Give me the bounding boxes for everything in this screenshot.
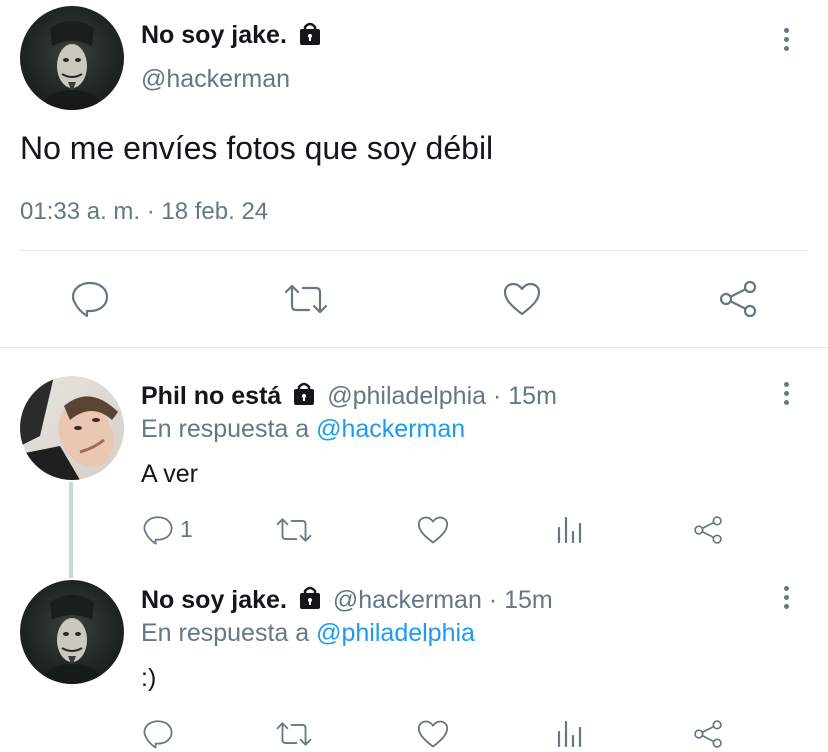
reply-author-name[interactable]: Phil no está bbox=[141, 382, 281, 410]
reply-to-link[interactable]: @philadelphia bbox=[316, 619, 475, 647]
more-options-icon[interactable] bbox=[779, 28, 793, 51]
tweet-timestamp[interactable]: 01:33 a. m. · 18 feb. 24 bbox=[20, 197, 268, 227]
like-icon[interactable] bbox=[416, 515, 450, 545]
reply-to-link[interactable]: @hackerman bbox=[316, 415, 465, 443]
retweet-icon[interactable] bbox=[283, 282, 329, 316]
share-icon[interactable] bbox=[692, 718, 724, 750]
reply-author-handle[interactable]: @philadelphia bbox=[327, 382, 486, 410]
anonymous-mask-icon bbox=[44, 21, 100, 110]
share-icon[interactable] bbox=[717, 279, 759, 319]
reply-icon[interactable] bbox=[142, 514, 174, 546]
more-options-icon[interactable] bbox=[779, 586, 793, 609]
main-author-handle[interactable]: @hackerman bbox=[141, 64, 290, 94]
divider bbox=[20, 250, 808, 251]
reply-count: 1 bbox=[180, 516, 193, 542]
like-icon[interactable] bbox=[416, 719, 450, 749]
reply-context-label: En respuesta a bbox=[141, 415, 310, 443]
reply-author-avatar[interactable] bbox=[20, 376, 124, 480]
analytics-icon[interactable] bbox=[555, 718, 585, 750]
protected-lock-icon bbox=[298, 22, 322, 46]
reply-time[interactable]: · 15m bbox=[489, 586, 553, 614]
like-icon[interactable] bbox=[502, 281, 542, 317]
reply-icon[interactable] bbox=[142, 718, 174, 750]
retweet-icon[interactable] bbox=[275, 516, 313, 544]
reply-context-label: En respuesta a bbox=[141, 619, 310, 647]
protected-lock-icon bbox=[292, 382, 316, 406]
main-author-name[interactable]: No soy jake. bbox=[141, 21, 287, 49]
reply-icon[interactable] bbox=[70, 280, 110, 318]
share-icon[interactable] bbox=[692, 514, 724, 546]
reply-text: :) bbox=[141, 664, 157, 692]
analytics-icon[interactable] bbox=[555, 514, 585, 546]
protected-lock-icon bbox=[298, 586, 322, 610]
thread-line bbox=[69, 482, 73, 578]
reply-author-name[interactable]: No soy jake. bbox=[141, 586, 287, 614]
main-author-avatar[interactable] bbox=[20, 6, 124, 110]
reply-time[interactable]: · 15m bbox=[493, 382, 557, 410]
profile-photo-icon bbox=[20, 376, 118, 480]
anonymous-mask-icon bbox=[44, 595, 100, 684]
reply-author-handle[interactable]: @hackerman bbox=[333, 586, 482, 614]
retweet-icon[interactable] bbox=[275, 720, 313, 748]
tweet-text: No me envíes fotos que soy débil bbox=[20, 130, 494, 166]
reply-text: A ver bbox=[141, 460, 198, 488]
reply-author-avatar[interactable] bbox=[20, 580, 124, 684]
section-divider bbox=[0, 347, 828, 348]
more-options-icon[interactable] bbox=[779, 382, 793, 405]
